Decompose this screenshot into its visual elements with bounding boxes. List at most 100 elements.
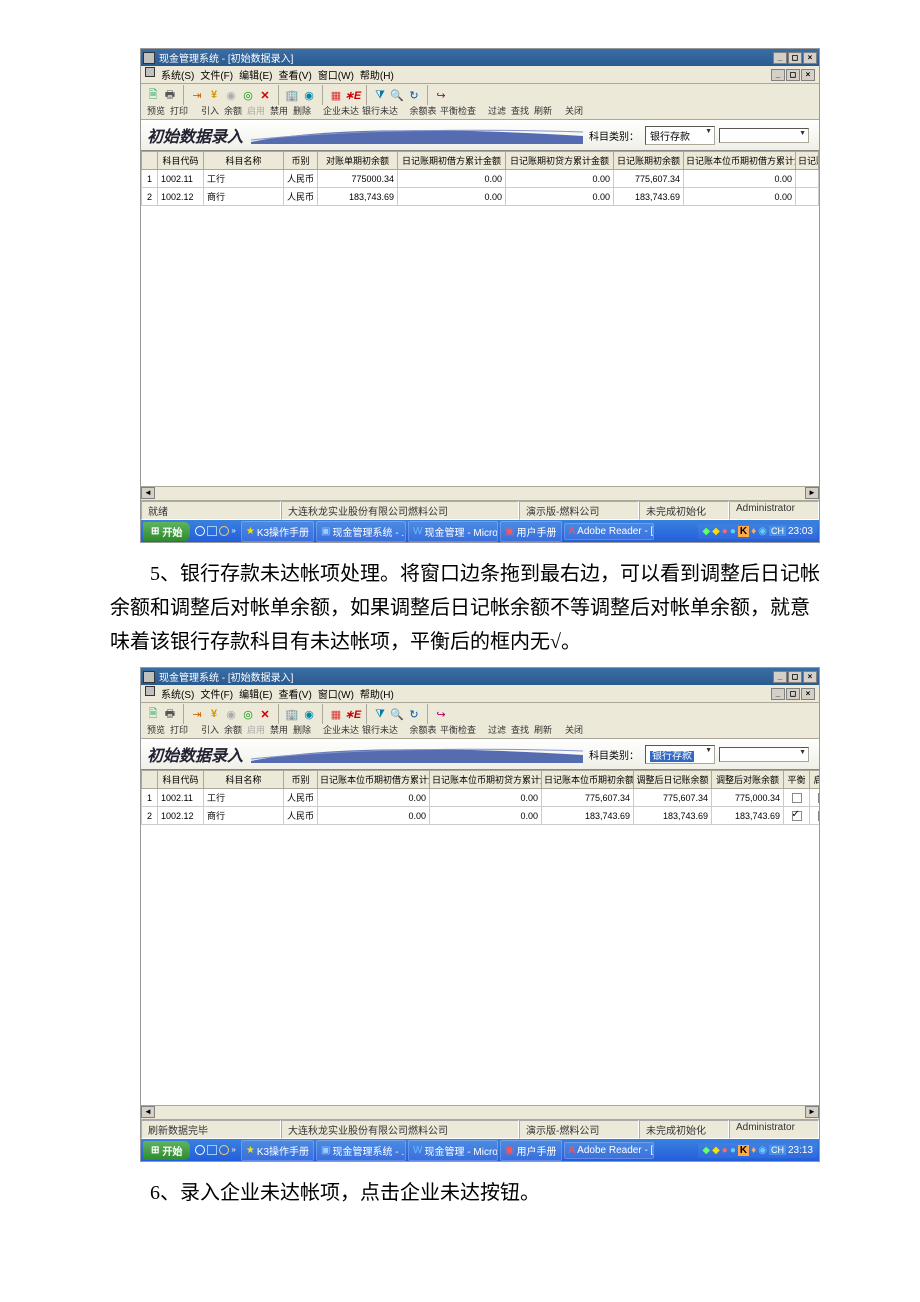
balance-sheet-icon[interactable]: ▦ [328,707,344,721]
close-button[interactable]: × [803,52,817,64]
child-close-button[interactable]: × [801,688,815,700]
menu-view[interactable]: 查看(V) [278,686,311,701]
quicklaunch-icon[interactable] [219,1145,229,1155]
table-row[interactable]: 21002.12商行人民币0.000.00183,743.69183,743.6… [142,807,820,825]
taskbar-item[interactable]: ▣用户手册 [500,521,561,542]
taskbar-item[interactable]: ★K3操作手册 [241,521,314,542]
disable-icon[interactable]: ◎ [240,88,256,102]
tray-icon[interactable]: ◉ [758,1145,767,1156]
tray-lang[interactable]: CH [769,526,786,536]
menu-help[interactable]: 帮助(H) [360,67,394,82]
menu-window[interactable]: 窗口(W) [318,67,354,82]
find-icon[interactable]: 🔍 [389,707,405,721]
taskbar-item[interactable]: ▣用户手册 [500,1140,561,1161]
tray-k-icon[interactable]: K [738,526,749,537]
filter-icon[interactable]: ⧩ [372,88,388,102]
child-close-button[interactable]: × [801,69,815,81]
delete-icon[interactable]: ✕ [257,707,273,721]
minimize-button[interactable]: _ [773,671,787,683]
balance-checkbox[interactable] [792,793,802,803]
filter-icon[interactable]: ⧩ [372,707,388,721]
horizontal-scrollbar[interactable]: ◄► [141,1105,819,1119]
quicklaunch-icon[interactable] [207,1145,217,1155]
corp-pending-icon[interactable]: 🏢 [284,707,300,721]
taskbar-item[interactable]: ▣现金管理系统 - ... [316,521,406,542]
maximize-button[interactable]: ◻ [788,52,802,64]
tray-icon[interactable]: ● [730,1145,736,1156]
child-maximize-button[interactable]: ◻ [786,688,800,700]
tray-icon[interactable]: ● [722,1145,728,1156]
quicklaunch-icon[interactable] [207,526,217,536]
balance-check-icon[interactable]: ∗E [345,707,361,721]
child-minimize-button[interactable]: _ [771,69,785,81]
child-maximize-button[interactable]: ◻ [786,69,800,81]
start-button[interactable]: ⊞开始 [143,1141,190,1160]
print-icon[interactable]: 🖶 [162,707,178,721]
bank-pending-icon[interactable]: ◉ [301,707,317,721]
disable-icon[interactable]: ◎ [240,707,256,721]
taskbar-item[interactable]: AAdobe Reader - [... [564,1142,654,1159]
table-row[interactable]: 11002.11工行人民币775000.340.000.00775,607.34… [142,170,819,188]
quicklaunch-expand[interactable]: » [231,526,235,536]
preview-icon[interactable]: 🗎 [145,707,161,721]
tray-icon[interactable]: ◆ [712,1145,720,1156]
quicklaunch-icon[interactable] [195,526,205,536]
close-button[interactable]: × [803,671,817,683]
data-grid[interactable]: 科目代码科目名称币别日记账本位币期初借方累计金额日记账本位币期初贷方累计金额日记… [141,770,819,825]
class-select[interactable]: 银行存款 [645,745,715,764]
tray-icon[interactable]: ♦ [751,1145,756,1156]
minimize-button[interactable]: _ [773,52,787,64]
preview-icon[interactable]: 🗎 [145,88,161,102]
quicklaunch-expand[interactable]: » [231,1145,235,1155]
tray-k-icon[interactable]: K [738,1145,749,1156]
maximize-button[interactable]: ◻ [788,671,802,683]
account-select[interactable] [719,747,809,762]
menu-window[interactable]: 窗口(W) [318,686,354,701]
taskbar-item[interactable]: ▣现金管理系统 - ... [316,1140,406,1161]
refresh-icon[interactable]: ↻ [406,88,422,102]
bank-pending-icon[interactable]: ◉ [301,88,317,102]
import-icon[interactable]: ⇥ [189,88,205,102]
account-select[interactable] [719,128,809,143]
tray-icon[interactable]: ◆ [712,526,720,537]
menu-system[interactable]: 系统(S) [161,686,194,701]
menu-edit[interactable]: 编辑(E) [239,686,272,701]
table-row[interactable]: 21002.12商行人民币183,743.690.000.00183,743.6… [142,188,819,206]
menu-edit[interactable]: 编辑(E) [239,67,272,82]
menu-system[interactable]: 系统(S) [161,67,194,82]
menu-file[interactable]: 文件(F) [200,67,233,82]
import-icon[interactable]: ⇥ [189,707,205,721]
menu-file[interactable]: 文件(F) [200,686,233,701]
enable-icon[interactable]: ◉ [223,707,239,721]
exit-icon[interactable]: ↪ [433,707,449,721]
taskbar-item[interactable]: ★K3操作手册 [241,1140,314,1161]
balance-icon[interactable]: ¥ [206,88,222,102]
balance-check-icon[interactable]: ∗E [345,88,361,102]
tray-icon[interactable]: ◉ [758,526,767,537]
tray-icon[interactable]: ● [730,526,736,537]
find-icon[interactable]: 🔍 [389,88,405,102]
enable-checkbox[interactable] [818,793,820,803]
taskbar-item[interactable]: W现金管理 - Micro... [408,521,498,542]
quicklaunch-icon[interactable] [195,1145,205,1155]
taskbar-item[interactable]: W现金管理 - Micro... [408,1140,498,1161]
print-icon[interactable]: 🖶 [162,88,178,102]
balance-sheet-icon[interactable]: ▦ [328,88,344,102]
tray-icon[interactable]: ● [722,526,728,537]
enable-icon[interactable]: ◉ [223,88,239,102]
tray-icon[interactable]: ♦ [751,526,756,537]
tray-icon[interactable]: ◆ [702,1145,710,1156]
menu-help[interactable]: 帮助(H) [360,686,394,701]
data-grid[interactable]: 科目代码科目名称币别对账单期初余额日记账期初借方累计金额日记账期初贷方累计金额日… [141,151,819,206]
balance-checkbox[interactable] [792,811,802,821]
tray-lang[interactable]: CH [769,1145,786,1155]
child-minimize-button[interactable]: _ [771,688,785,700]
balance-icon[interactable]: ¥ [206,707,222,721]
horizontal-scrollbar[interactable]: ◄► [141,486,819,500]
start-button[interactable]: ⊞开始 [143,522,190,541]
quicklaunch-icon[interactable] [219,526,229,536]
table-row[interactable]: 11002.11工行人民币0.000.00775,607.34775,607.3… [142,789,820,807]
taskbar-item[interactable]: AAdobe Reader - [... [564,523,654,540]
exit-icon[interactable]: ↪ [433,88,449,102]
enable-checkbox[interactable] [818,811,820,821]
